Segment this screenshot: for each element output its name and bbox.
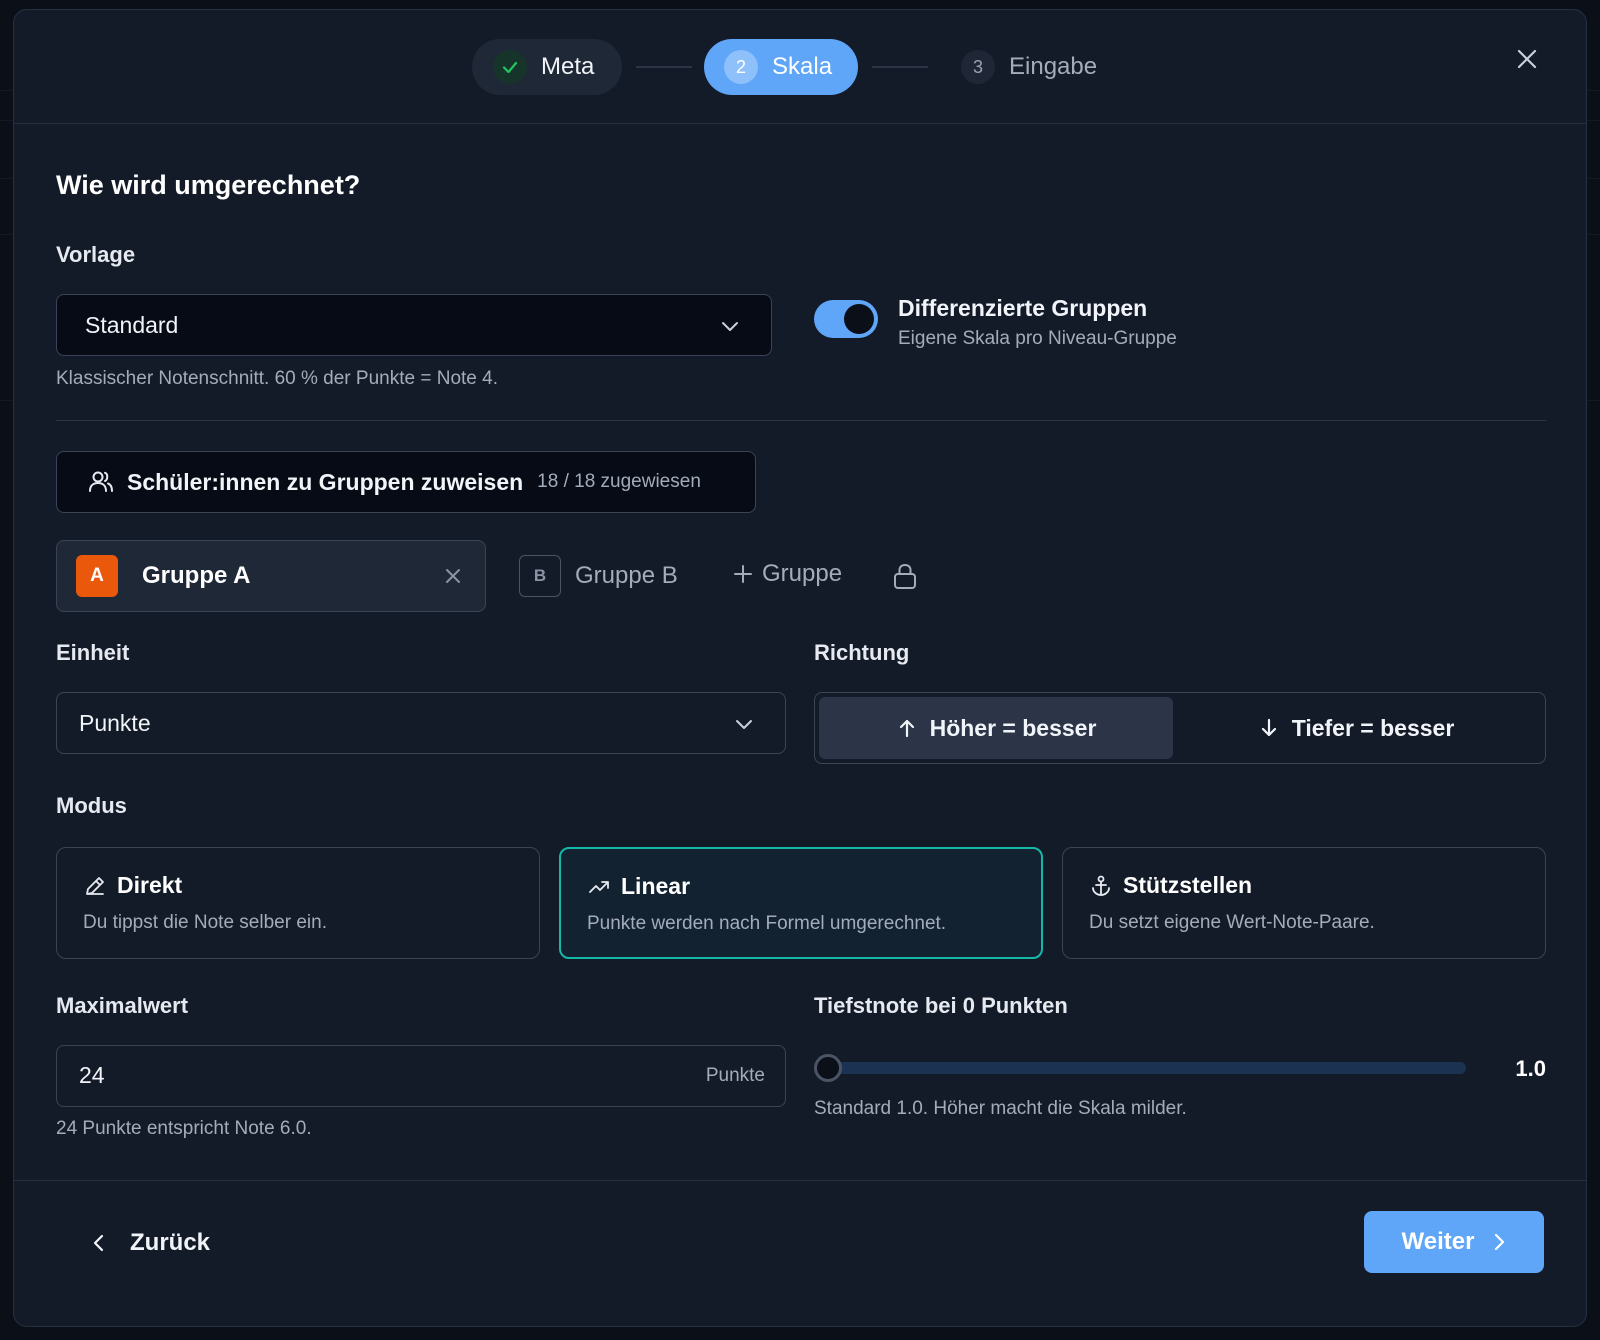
dialog-footer: Zurück Weiter xyxy=(14,1180,1586,1326)
plus-icon xyxy=(734,565,752,583)
direction-label: Höher = besser xyxy=(929,714,1097,741)
assign-students-button[interactable]: Schüler:innen zu Gruppen zuweisen 18 / 1… xyxy=(56,451,756,513)
direction-higher-better[interactable]: Höher = besser xyxy=(819,697,1173,759)
einheit-label: Einheit xyxy=(56,640,130,665)
chevron-left-icon xyxy=(93,1234,104,1252)
group-badge: A xyxy=(76,555,118,597)
remove-group-icon[interactable] xyxy=(443,566,463,586)
step-meta[interactable]: Meta xyxy=(472,39,622,95)
group-badge: B xyxy=(519,555,561,597)
step-eingabe[interactable]: 3 Eingabe xyxy=(961,39,1141,95)
pencil-icon xyxy=(86,876,104,895)
add-group-label: Gruppe xyxy=(762,560,843,587)
check-icon xyxy=(493,50,527,84)
mode-description: Du tippst die Note selber ein. xyxy=(83,912,327,933)
next-label: Weiter xyxy=(1401,1228,1475,1255)
vorlage-value: Standard xyxy=(85,311,179,338)
toggle-subtitle: Eigene Skala pro Niveau-Gruppe xyxy=(898,328,1177,349)
back-label: Zurück xyxy=(130,1229,211,1256)
maximalwert-hint: 24 Punkte entspricht Note 6.0. xyxy=(56,1118,312,1139)
einheit-select[interactable]: Punkte xyxy=(56,692,786,754)
users-icon xyxy=(89,471,113,492)
vorlage-select[interactable]: Standard xyxy=(56,294,772,356)
chevron-right-icon xyxy=(1495,1233,1505,1251)
step-number: 3 xyxy=(961,50,995,84)
mode-title: Stützstellen xyxy=(1123,872,1253,898)
tiefstnote-slider-track[interactable] xyxy=(826,1062,1466,1074)
step-label: Eingabe xyxy=(1009,53,1098,80)
mode-title: Direkt xyxy=(117,872,183,898)
mode-linear[interactable]: Linear Punkte werden nach Formel umgerec… xyxy=(559,847,1043,959)
step-label: Meta xyxy=(541,53,595,80)
modus-label: Modus xyxy=(56,793,127,818)
back-button[interactable]: Zurück xyxy=(92,1229,210,1257)
direction-segmented-control: Höher = besser Tiefer = besser xyxy=(814,692,1546,764)
mode-stuetzstellen[interactable]: Stützstellen Du setzt eigene Wert-Note-P… xyxy=(1062,847,1546,959)
group-tab-a[interactable]: A Gruppe A xyxy=(56,540,486,612)
toggle-knob xyxy=(844,304,874,334)
group-tab-b[interactable]: B Gruppe B xyxy=(519,555,678,597)
lock-icon[interactable] xyxy=(892,562,918,590)
group-name: Gruppe A xyxy=(142,562,251,589)
anchor-icon xyxy=(1092,875,1110,896)
divider xyxy=(56,420,1546,421)
vorlage-label: Vorlage xyxy=(56,242,136,267)
mode-description: Du setzt eigene Wert-Note-Paare. xyxy=(1089,912,1375,933)
tiefstnote-hint: Standard 1.0. Höher macht die Skala mild… xyxy=(814,1098,1187,1119)
section-title: Wie wird umgerechnet? xyxy=(56,170,361,200)
chevron-down-icon xyxy=(736,720,752,729)
maximalwert-input[interactable]: 24 Punkte xyxy=(56,1045,786,1107)
add-group-button[interactable]: Gruppe xyxy=(732,560,842,588)
step-number: 2 xyxy=(724,50,758,84)
arrow-down-icon xyxy=(1261,718,1276,737)
step-label: Skala xyxy=(772,53,833,80)
assign-count: 18 / 18 zugewiesen xyxy=(537,471,701,492)
einheit-value: Punkte xyxy=(79,709,151,736)
mode-description: Punkte werden nach Formel umgerechnet. xyxy=(587,913,947,934)
richtung-label: Richtung xyxy=(814,640,910,665)
tiefstnote-value: 1.0 xyxy=(1515,1056,1546,1081)
step-skala[interactable]: 2 Skala xyxy=(704,39,858,95)
chevron-down-icon xyxy=(722,322,738,331)
mode-direkt[interactable]: Direkt Du tippst die Note selber ein. xyxy=(56,847,540,959)
mode-title: Linear xyxy=(621,873,691,899)
tiefstnote-slider-thumb[interactable] xyxy=(814,1054,842,1082)
assign-label: Schüler:innen zu Gruppen zuweisen xyxy=(127,468,524,495)
trending-up-icon xyxy=(589,880,609,893)
direction-label: Tiefer = besser xyxy=(1291,714,1455,741)
maximalwert-value: 24 xyxy=(79,1062,105,1088)
maximalwert-label: Maximalwert xyxy=(56,993,189,1018)
toggle-title: Differenzierte Gruppen xyxy=(898,295,1148,321)
step-connector xyxy=(872,66,928,68)
maximalwert-unit: Punkte xyxy=(705,1065,765,1086)
next-button[interactable]: Weiter xyxy=(1364,1211,1544,1273)
scale-wizard-dialog: Meta 2 Skala 3 Eingabe Wie wird umgerech… xyxy=(13,9,1587,1327)
stepper: Meta 2 Skala 3 Eingabe xyxy=(14,10,1586,124)
arrow-up-icon xyxy=(899,719,914,738)
tiefstnote-label: Tiefstnote bei 0 Punkten xyxy=(814,993,1068,1018)
direction-lower-better[interactable]: Tiefer = besser xyxy=(1179,697,1533,759)
group-name: Gruppe B xyxy=(575,562,678,589)
vorlage-hint: Klassischer Notenschnitt. 60 % der Punkt… xyxy=(56,368,498,389)
differentiated-groups-toggle[interactable] xyxy=(814,300,878,338)
close-icon[interactable] xyxy=(1511,43,1543,75)
step-connector xyxy=(636,66,692,68)
